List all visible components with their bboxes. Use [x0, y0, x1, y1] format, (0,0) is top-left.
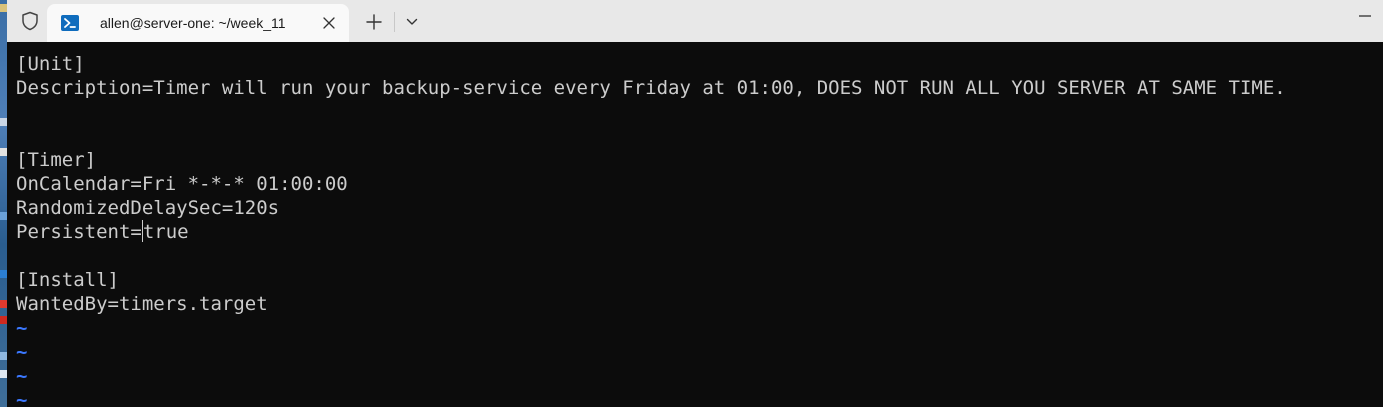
desktop-icon — [0, 4, 7, 12]
empty-line-marker: ~ — [16, 365, 28, 387]
desktop-icon — [0, 300, 7, 308]
toolbar-divider — [394, 12, 395, 32]
desktop-icon — [0, 370, 7, 378]
terminal-line: OnCalendar=Fri *-*-* 01:00:00 — [16, 173, 348, 195]
close-icon[interactable] — [319, 13, 339, 33]
terminal-content[interactable]: [Unit] Description=Timer will run your b… — [7, 42, 1383, 407]
terminal-line: [Install] — [16, 269, 119, 291]
shield-icon[interactable] — [18, 9, 42, 33]
terminal-line: WantedBy=timers.target — [16, 293, 268, 315]
desktop-icon — [0, 352, 7, 360]
terminal-line: [Timer] — [16, 149, 97, 171]
desktop-icon — [0, 118, 7, 126]
tab-title: allen@server-one: ~/week_11 — [100, 15, 286, 31]
desktop-icon — [0, 212, 7, 220]
desktop-background — [0, 0, 7, 407]
plus-icon[interactable] — [361, 9, 387, 35]
terminal-line-text: Persistent= — [16, 221, 142, 243]
minimize-icon[interactable] — [1351, 4, 1379, 28]
terminal-line-with-cursor: Persistent=true — [7, 220, 1383, 244]
tab-active[interactable]: allen@server-one: ~/week_11 — [47, 4, 349, 42]
desktop-icon — [0, 148, 7, 156]
desktop-icon — [0, 316, 7, 324]
terminal-line: [Unit] — [16, 53, 85, 75]
terminal-line: Description=Timer will run your backup-s… — [16, 77, 1286, 99]
terminal-line-text: true — [142, 221, 189, 243]
terminal-line: RandomizedDelaySec=120s — [16, 197, 280, 219]
title-bar: allen@server-one: ~/week_11 — [7, 0, 1383, 42]
empty-line-marker: ~ — [16, 317, 28, 339]
empty-line-marker: ~ — [16, 341, 28, 363]
desktop-icon — [0, 270, 7, 278]
terminal-window: allen@server-one: ~/week_11 [Unit] Descr… — [0, 0, 1383, 407]
powershell-terminal-icon — [60, 13, 80, 33]
empty-line-marker: ~ — [16, 389, 28, 407]
chevron-down-icon[interactable] — [400, 9, 424, 35]
